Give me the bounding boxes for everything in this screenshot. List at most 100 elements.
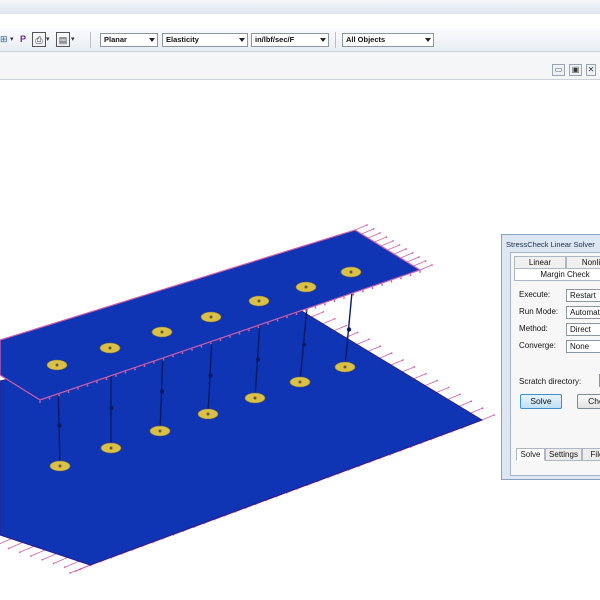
fastener-node — [301, 342, 307, 347]
load-arrow — [368, 345, 381, 352]
fastener-node — [208, 373, 213, 378]
load-arrow-head — [229, 336, 231, 338]
load-arrow-head — [345, 324, 348, 327]
solver-panel-title: StressCheck Linear Solver — [506, 240, 595, 249]
load-arrow-head — [470, 400, 473, 403]
load-arrow-head — [86, 384, 89, 387]
load-arrow — [413, 260, 426, 267]
load-arrow-head — [181, 352, 184, 355]
fastener-hole — [158, 429, 162, 433]
load-arrow — [0, 538, 12, 545]
load-arrow — [390, 359, 404, 366]
load-arrow — [436, 387, 449, 393]
load-arrow — [387, 244, 400, 251]
load-arrow — [30, 549, 46, 557]
load-arrow-head — [333, 317, 336, 320]
tab-margin-check[interactable]: Margin Check — [514, 268, 600, 281]
check-button[interactable]: Chec — [577, 394, 600, 409]
load-arrow — [311, 311, 324, 318]
load-arrow-head — [431, 264, 433, 266]
load-arrow-head — [143, 365, 146, 368]
load-arrow-head — [67, 391, 70, 394]
load-arrow-head — [30, 555, 32, 557]
load-arrow-head — [392, 240, 394, 242]
load-arrow — [333, 325, 347, 331]
load-arrow-head — [48, 397, 51, 400]
fastener-node — [109, 405, 114, 411]
fastener-hole — [304, 285, 308, 289]
load-arrow-head — [436, 379, 439, 382]
load-arrow-head — [77, 388, 79, 390]
fastener-hole — [253, 396, 257, 400]
load-arrow-head — [379, 345, 382, 348]
load-arrow-head — [96, 381, 98, 384]
load-arrow-head — [124, 371, 127, 374]
load-arrow-head — [267, 323, 269, 325]
load-arrow-head — [63, 566, 66, 569]
load-arrow — [393, 248, 407, 255]
load-arrow — [459, 400, 472, 407]
load-arrow — [322, 318, 335, 325]
load-arrow-head — [409, 274, 412, 277]
load-arrow-head — [276, 319, 279, 322]
fastener-node — [57, 423, 62, 428]
load-arrow-head — [286, 316, 288, 319]
fastener-node — [346, 327, 352, 332]
load-arrow-head — [352, 293, 355, 296]
load-arrow — [470, 407, 483, 414]
load-arrow-head — [18, 551, 21, 554]
load-arrow-head — [381, 284, 383, 286]
tab-solve[interactable]: Solve — [516, 448, 545, 461]
load-arrow — [367, 232, 381, 239]
converge-select[interactable]: None — [566, 340, 600, 353]
load-arrow-head — [333, 300, 336, 303]
solver-panel: StressCheck Linear Solver Linear Nonli M… — [501, 234, 600, 480]
fastener-hole — [55, 363, 59, 367]
load-arrow-head — [322, 310, 325, 313]
load-arrow-head — [324, 303, 326, 306]
method-select[interactable]: Direct — [566, 323, 600, 336]
load-arrow-head — [305, 310, 307, 312]
load-arrow-head — [219, 339, 222, 342]
fastener-hole — [257, 299, 261, 303]
load-arrow-head — [7, 547, 10, 550]
load-arrow — [361, 228, 374, 235]
load-arrow — [75, 564, 91, 572]
execute-label: Execute: — [519, 290, 551, 299]
solver-panel-body: Linear Nonli Margin Check Execute: Resta… — [510, 252, 600, 476]
fastener-hole — [206, 412, 210, 416]
load-arrow-head — [295, 313, 298, 316]
tab-file[interactable]: File — [582, 448, 600, 461]
load-arrow-head — [419, 271, 421, 273]
run-mode-select[interactable]: Automatic — [566, 306, 600, 319]
load-arrow — [42, 553, 57, 561]
load-arrow-head — [58, 394, 60, 397]
load-arrow-head — [390, 280, 393, 283]
fastener-hole — [58, 464, 62, 468]
load-arrow — [8, 542, 23, 549]
execute-select[interactable]: Restart — [566, 289, 600, 302]
solve-button[interactable]: Solve — [520, 394, 562, 409]
load-arrow-head — [398, 244, 401, 246]
load-arrow-head — [356, 331, 359, 334]
load-arrow — [419, 264, 433, 271]
tab-settings[interactable]: Settings — [545, 448, 582, 461]
load-arrow-head — [191, 349, 193, 351]
fastener-hole — [160, 330, 164, 334]
load-arrow-head — [385, 236, 388, 238]
load-arrow — [447, 394, 461, 400]
load-arrow-head — [343, 297, 345, 299]
load-arrow-head — [314, 306, 317, 309]
fastener-hole — [109, 446, 113, 450]
load-arrow — [64, 560, 79, 568]
load-arrow-head — [105, 378, 108, 381]
load-arrow-head — [41, 558, 44, 561]
load-arrow-head — [371, 287, 374, 290]
load-arrow-head — [447, 386, 450, 389]
load-arrow — [53, 557, 68, 564]
load-arrow-head — [210, 342, 212, 345]
converge-label: Converge: — [519, 341, 556, 350]
method-label: Method: — [519, 324, 548, 333]
load-arrow-head — [424, 260, 427, 262]
load-arrow — [19, 545, 34, 553]
